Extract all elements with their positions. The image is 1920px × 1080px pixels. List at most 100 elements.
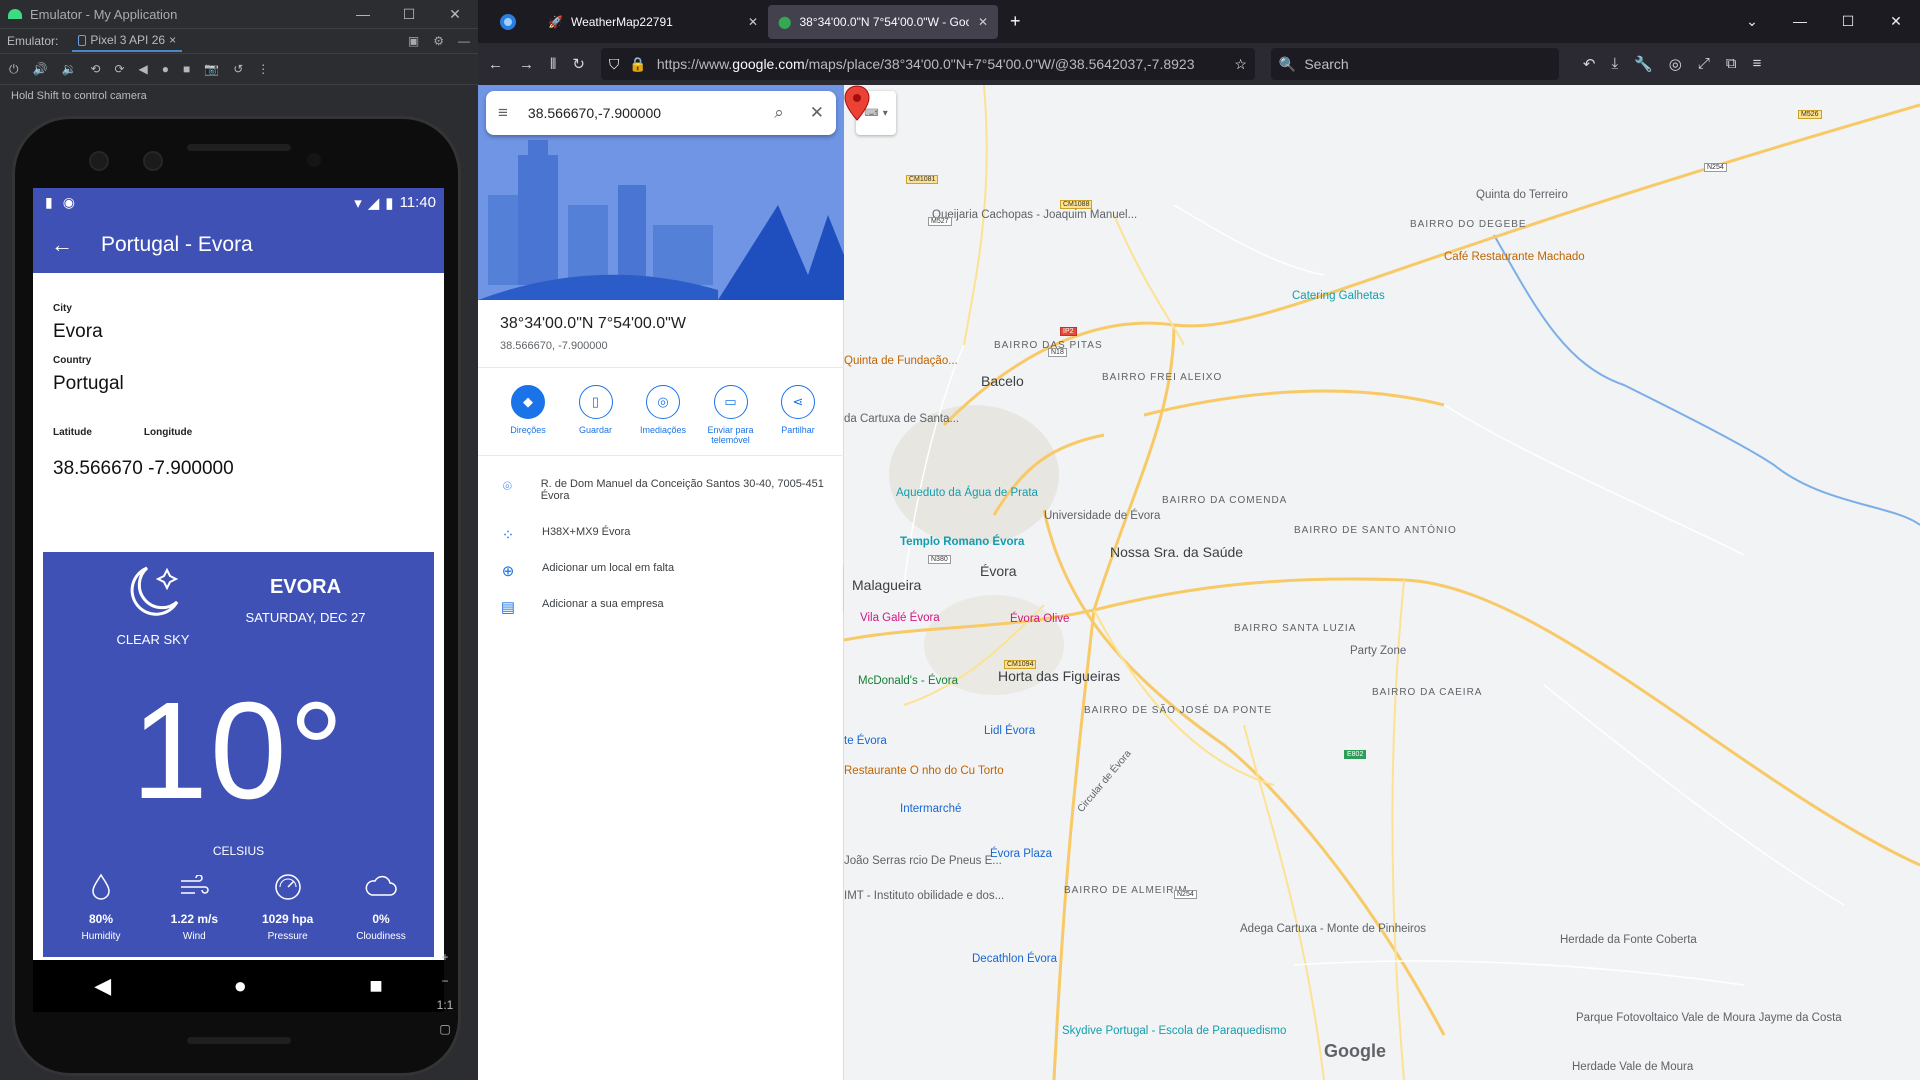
map-label[interactable]: McDonald's - Évora [858,675,958,688]
map-label[interactable]: Quinta de Fundação... [844,355,958,368]
history-icon[interactable]: ↶ [1583,55,1596,73]
new-tab-button[interactable]: + [1010,11,1021,32]
url-bar[interactable]: ⛉ 🔒 https://www.google.com/maps/place/38… [600,48,1255,80]
map-label[interactable]: Party Zone [1350,645,1406,658]
tools-icon[interactable]: 🔧 [1634,55,1653,73]
add-business-row[interactable]: ▤ Adicionar a sua empresa [500,598,830,616]
directions-button[interactable]: ◆ Direções [498,385,558,445]
back-icon[interactable]: ◀ [139,62,148,76]
map-label[interactable]: Intermarché [900,803,961,816]
more-icon[interactable]: ⋮ [257,62,269,76]
tab-google-maps[interactable]: ⬤ 38°34'00.0"N 7°54'00.0"W - Goo ✕ [768,4,998,39]
tab-list-icon[interactable]: ⌄ [1728,13,1776,30]
map-label[interactable]: João Serras rcio De Pneus E... [844,855,1002,868]
search-box[interactable]: 🔍 Search [1270,48,1559,80]
home-icon[interactable]: ● [162,62,169,76]
minimize-button[interactable]: — [1776,13,1824,30]
forward-arrow-icon[interactable]: → [519,56,534,73]
search-icon: 🔍 [1278,55,1297,72]
drop-icon [61,872,141,902]
star-icon[interactable]: ☆ [1234,56,1247,73]
nav-home-icon[interactable]: ● [234,973,247,999]
settings-gear-icon[interactable]: ⚙ [433,34,444,48]
close-button[interactable]: ✕ [1872,13,1920,30]
device-tab[interactable]: Pixel 3 API 26 × [72,30,183,52]
map-label[interactable]: Skydive Portugal - Escola de Paraquedism… [1062,1025,1286,1038]
map-label[interactable]: Adega Cartuxa - Monte de Pinheiros [1240,923,1426,936]
layout-icon[interactable]: ▣ [408,34,419,48]
maximize-button[interactable]: ☐ [1824,13,1872,30]
map-label[interactable]: Catering Galhetas [1292,290,1385,303]
map-label[interactable]: da Cartuxa de Santa... [844,413,959,426]
nav-back-icon[interactable]: ◀ [94,973,111,999]
tab-weathermap[interactable]: 🚀 WeatherMap22791 ✕ [538,5,768,39]
library-icon[interactable]: ⫴ [550,56,556,73]
reload-icon[interactable]: ↻ [572,55,585,73]
zoom-actual-button[interactable]: 1:1 [437,998,454,1012]
android-icon [8,9,22,19]
map-label[interactable]: Évora Olive [1010,613,1069,626]
back-arrow-icon[interactable]: ← [51,232,73,258]
rotate-right-icon[interactable]: ⟳ [114,62,124,76]
overview-icon[interactable]: ■ [183,62,190,76]
map-label[interactable]: Parque Fotovoltaico Vale de Moura Jayme … [1576,1012,1842,1025]
menu-icon[interactable]: ≡ [1753,55,1762,73]
replay-icon[interactable]: ↺ [233,62,243,76]
zoom-in-button[interactable]: + [441,950,448,964]
map-label[interactable]: Templo Romano Évora [900,536,1024,549]
nav-overview-icon[interactable]: ■ [369,973,382,999]
share-icon: ⋖ [781,385,815,419]
hide-panel-icon[interactable]: — [458,34,470,48]
rotate-left-icon[interactable]: ⟲ [90,62,100,76]
address-row[interactable]: ⌾ R. de Dom Manuel da Conceição Santos 30… [500,478,830,502]
plus-code-row[interactable]: ⁘ H38X+MX9 Évora [500,526,830,544]
download-icon[interactable]: ⤓ [1611,55,1618,73]
volume-down-icon[interactable]: 🔉 [61,62,76,76]
close-tab-icon[interactable]: ✕ [748,15,758,29]
maps-search-box[interactable]: ≡ 38.566670,-7.900000 ⌕ ✕ [486,91,836,135]
zoom-out-button[interactable]: − [441,974,448,988]
map-label[interactable]: Quinta do Terreiro [1476,189,1568,202]
puzzle-icon[interactable]: ⧉ [1726,55,1737,73]
close-tab-icon[interactable]: ✕ [978,15,988,29]
map-label[interactable]: Decathlon Évora [972,953,1057,966]
firefox-view-icon[interactable] [478,13,538,31]
weather-city: EVORA [269,576,342,598]
location-pin-icon[interactable] [844,85,870,121]
add-place-row[interactable]: ⊕ Adicionar um local em falta [500,562,830,580]
bookmark-icon: ▯ [578,385,613,419]
speaker [187,144,291,151]
power-icon[interactable]: ⏻ [9,62,19,77]
map-label[interactable]: Universidade de Évora [1044,510,1160,523]
back-arrow-icon[interactable]: ← [488,56,503,73]
fullscreen-icon[interactable]: ⤢ [1698,55,1710,73]
map-canvas[interactable]: ⌨ ▾ Quinta do Terreiro BAIRRO DO DEGEBE C… [844,85,1920,1080]
nearby-button[interactable]: ◎ Imediações [633,385,693,445]
close-tab-icon[interactable]: × [169,33,176,47]
minimize-button[interactable]: — [340,6,386,23]
phone-screen[interactable]: ▮ ◉ ▾ ◢ ▮ 11:40 ← Portugal - Evora City … [33,188,444,1012]
map-label[interactable]: Vila Galé Évora [860,612,940,625]
search-icon[interactable]: ⌕ [774,103,784,123]
maximize-button[interactable]: ☐ [386,6,432,23]
extension-icon[interactable]: ◎ [1669,55,1682,73]
fit-screen-button[interactable]: ▢ [439,1022,450,1036]
map-label[interactable]: Café Restaurante Machado [1444,251,1585,264]
send-to-phone-button[interactable]: ▭ Enviar para telemóvel [701,385,761,445]
map-label[interactable]: Herdade da Fonte Coberta [1560,934,1697,947]
map-label[interactable]: Restaurante O nho do Cu Torto [844,765,1004,778]
map-label[interactable]: IMT - Instituto obilidade e dos... [844,890,1004,903]
maps-search-query[interactable]: 38.566670,-7.900000 [528,105,661,121]
add-place-text: Adicionar um local em falta [542,562,675,574]
clear-icon[interactable]: ✕ [810,103,824,123]
camera-icon[interactable]: 📷 [204,62,219,76]
share-button[interactable]: ⋖ Partilhar [768,385,828,445]
save-button[interactable]: ▯ Guardar [566,385,626,445]
map-label[interactable]: Aqueduto da Água de Prata [896,487,1038,500]
map-label[interactable]: Herdade Vale de Moura [1572,1061,1693,1074]
volume-up-icon[interactable]: 🔊 [33,62,48,76]
hamburger-icon[interactable]: ≡ [498,103,508,123]
map-label[interactable]: te Évora [844,735,887,748]
close-button[interactable]: ✕ [432,6,478,23]
map-label[interactable]: Lidl Évora [984,725,1035,738]
